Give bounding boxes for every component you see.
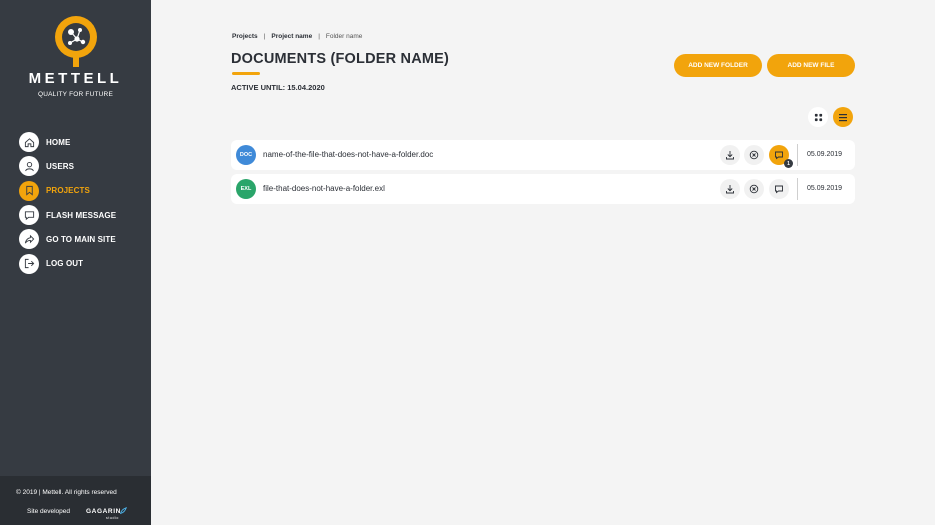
sidebar-footer: © 2019 | Mettell. All rights reserved Si…	[0, 476, 151, 525]
list-icon	[839, 113, 847, 121]
user-icon	[19, 156, 39, 177]
add-folder-button[interactable]: ADD NEW FOLDER	[674, 54, 762, 77]
download-button[interactable]	[720, 179, 740, 199]
nav-item-logout[interactable]: LOG OUT	[19, 251, 116, 275]
sidebar: METTELL QUALITY FOR FUTURE HOME USERS PR…	[0, 0, 151, 525]
file-name[interactable]: name-of-the-file-that-does-not-have-a-fo…	[263, 150, 433, 159]
file-name[interactable]: file-that-does-not-have-a-folder.exl	[263, 184, 385, 193]
brand-name: METTELL	[28, 70, 123, 87]
breadcrumb-projects[interactable]: Projects	[232, 33, 258, 40]
divider	[797, 144, 798, 166]
grid-icon	[814, 113, 822, 121]
logo[interactable]: METTELL QUALITY FOR FUTURE	[0, 14, 151, 98]
developer-logo[interactable]: GAGARIN studio	[86, 507, 127, 520]
add-file-button[interactable]: ADD NEW FILE	[767, 54, 855, 77]
nav-label: GO TO MAIN SITE	[46, 234, 116, 244]
nav-label: PROJECTS	[46, 186, 90, 196]
title-underline	[232, 72, 260, 75]
message-icon	[19, 205, 39, 226]
logo-mark-icon	[53, 14, 99, 68]
comments-button[interactable]: 1	[769, 145, 793, 168]
close-circle-icon	[749, 184, 759, 194]
nav-item-users[interactable]: USERS	[19, 154, 116, 178]
breadcrumb-project-name[interactable]: Project name	[271, 33, 312, 40]
delete-button[interactable]	[744, 179, 764, 199]
close-circle-icon	[749, 150, 759, 160]
file-type-badge: EXL	[236, 179, 256, 199]
file-row[interactable]: EXL file-that-does-not-have-a-folder.exl…	[231, 174, 855, 204]
bookmark-icon	[19, 180, 39, 201]
breadcrumb-separator: |	[318, 33, 320, 40]
nav-label: LOG OUT	[46, 259, 84, 269]
comment-icon	[775, 151, 783, 160]
home-icon	[19, 132, 39, 153]
nav-label: FLASH MESSAGE	[46, 210, 117, 220]
download-button[interactable]	[720, 145, 740, 165]
breadcrumb: Projects | Project name | Folder name	[232, 33, 362, 40]
nav-item-main-site[interactable]: GO TO MAIN SITE	[19, 227, 116, 251]
file-row[interactable]: DOC name-of-the-file-that-does-not-have-…	[231, 140, 855, 170]
download-icon	[726, 151, 734, 160]
breadcrumb-separator: |	[263, 33, 266, 40]
file-date: 05.09.2019	[807, 151, 843, 158]
list-view-toggle[interactable]	[833, 107, 853, 127]
download-icon	[726, 185, 734, 194]
developer-credit: Site developed GAGARIN studio	[27, 507, 127, 520]
page-title: DOCUMENTS (FOLDER NAME)	[231, 51, 450, 67]
grid-view-toggle[interactable]	[808, 107, 828, 127]
nav-label: USERS	[46, 161, 75, 171]
nav-label: HOME	[46, 137, 71, 147]
share-arrow-icon	[19, 229, 39, 250]
logout-icon	[19, 253, 39, 274]
breadcrumb-folder-name: Folder name	[325, 33, 363, 40]
comment-count-badge: 1	[784, 159, 793, 168]
brand-tagline: QUALITY FOR FUTURE	[38, 91, 113, 98]
developed-label: Site developed	[27, 508, 71, 515]
delete-button[interactable]	[744, 145, 764, 165]
file-type-badge: DOC	[236, 145, 256, 165]
comment-icon	[775, 185, 783, 194]
main-nav: HOME USERS PROJECTS FLASH MESSAGE GO TO …	[19, 130, 116, 276]
rocket-icon	[119, 507, 127, 515]
divider	[797, 178, 798, 200]
active-until: ACTIVE UNTIL: 15.04.2020	[231, 83, 325, 92]
nav-item-projects[interactable]: PROJECTS	[19, 179, 116, 203]
nav-item-home[interactable]: HOME	[19, 130, 116, 154]
file-date: 05.09.2019	[807, 185, 843, 192]
nav-item-flash-message[interactable]: FLASH MESSAGE	[19, 203, 116, 227]
comments-button[interactable]	[769, 179, 789, 199]
copyright-text: © 2019 | Mettell. All rights reserved	[16, 489, 117, 496]
